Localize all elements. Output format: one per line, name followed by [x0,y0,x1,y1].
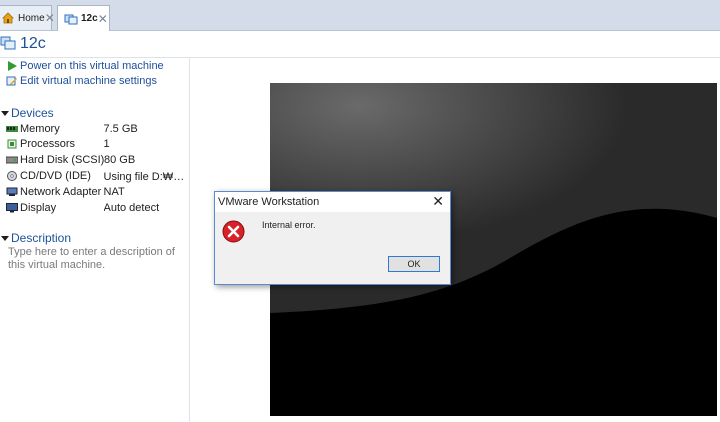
close-tab-icon[interactable]: ✕ [45,11,55,25]
tab-label: 12c [81,13,98,24]
device-row-processors[interactable]: Processors 1 [6,136,188,151]
error-dialog: VMware Workstation ✕ Internal error. OK [214,191,451,285]
device-row-hard-disk[interactable]: Hard Disk (SCSI) 80 GB [5,152,188,167]
ok-button[interactable]: OK [388,256,440,272]
settings-icon [6,75,18,87]
network-icon [6,187,18,197]
devices-section-header[interactable]: Devices [0,106,54,120]
hard-disk-icon [5,155,19,165]
device-name: CD/DVD (IDE) [20,169,91,182]
device-name: Network Adapter [20,185,102,198]
device-value: 1 [103,137,110,150]
device-value: Using file D:₩팀프... [103,170,189,183]
dialog-message: Internal error. [262,220,316,230]
device-value: Auto detect [103,201,160,214]
tab-bar: Home ✕ 12c ✕ [0,0,720,31]
device-name: Processors [20,137,76,150]
vm-icon [0,35,16,54]
section-heading: Description [11,231,72,245]
divider [0,57,720,58]
collapse-icon [1,110,9,116]
tab-home[interactable]: Home ✕ [0,5,55,30]
device-row-display[interactable]: Display Auto detect [6,200,188,215]
dialog-title-bar: VMware Workstation ✕ [215,192,450,212]
description-section-header[interactable]: Description [0,231,71,245]
device-name: Hard Disk (SCSI) [20,153,105,166]
dialog-title: VMware Workstation [218,196,320,208]
device-row-memory[interactable]: Memory 7.5 GB [6,121,188,136]
tab-vm[interactable]: 12c ✕ [57,5,110,31]
error-icon [222,220,245,243]
panel-divider [189,58,190,422]
action-label: Power on this virtual machine [20,60,164,72]
action-label: Edit virtual machine settings [20,75,157,87]
collapse-icon [1,235,9,241]
display-icon [6,202,18,213]
tab-label: Home [18,12,45,24]
page-title: 12c [0,33,46,55]
cd-dvd-icon [6,170,18,181]
device-name: Display [20,201,57,214]
section-heading: Devices [11,106,54,120]
vm-icon [64,12,78,26]
device-row-cd-dvd[interactable]: CD/DVD (IDE) Using file D:₩팀프... [6,168,188,183]
memory-icon [6,124,18,134]
processor-icon [6,139,18,149]
description-input[interactable]: Type here to enter a description of this… [8,246,184,272]
vm-title: 12c [20,35,46,52]
home-icon [1,11,15,25]
device-value: 7.5 GB [103,122,138,135]
close-tab-icon[interactable]: ✕ [98,12,108,26]
edit-settings-link[interactable]: Edit virtual machine settings [6,75,157,87]
play-icon [6,60,18,72]
power-on-link[interactable]: Power on this virtual machine [6,60,164,72]
device-name: Memory [20,122,60,135]
close-icon[interactable]: ✕ [432,193,444,210]
device-row-network[interactable]: Network Adapter NAT [6,184,188,199]
device-value: 80 GB [104,153,136,166]
device-value: NAT [103,185,125,198]
